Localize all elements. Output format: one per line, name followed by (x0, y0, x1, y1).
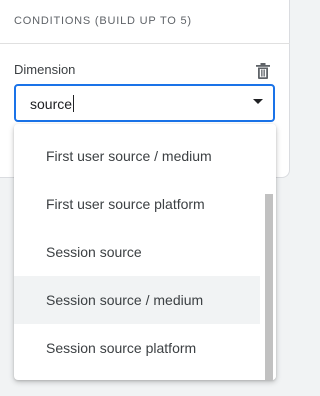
delete-condition-button[interactable] (252, 60, 274, 82)
dimension-search-value: source (30, 96, 73, 112)
dimension-label: Dimension (14, 62, 76, 77)
text-caret (73, 95, 75, 112)
dropdown-option[interactable]: First user source / medium (14, 132, 260, 180)
dropdown-option[interactable]: Session source (14, 228, 260, 276)
trash-icon (256, 63, 270, 79)
dimension-search-input[interactable]: source (30, 95, 75, 112)
arrow-drop-down-icon[interactable] (253, 99, 263, 104)
conditions-header: CONDITIONS (BUILD UP TO 5) (0, 0, 290, 44)
dropdown-option-highlighted[interactable]: Session source / medium (14, 276, 260, 324)
dropdown-scrollbar[interactable] (262, 124, 276, 380)
scrollbar-thumb[interactable] (265, 194, 273, 380)
dropdown-option[interactable]: First user source platform (14, 180, 260, 228)
conditions-title: CONDITIONS (BUILD UP TO 5) (14, 15, 192, 27)
dropdown-option[interactable]: Session source platform (14, 324, 260, 372)
dimension-dropdown-list: First user source / medium First user so… (14, 124, 276, 380)
dimension-select[interactable]: source (14, 84, 275, 122)
